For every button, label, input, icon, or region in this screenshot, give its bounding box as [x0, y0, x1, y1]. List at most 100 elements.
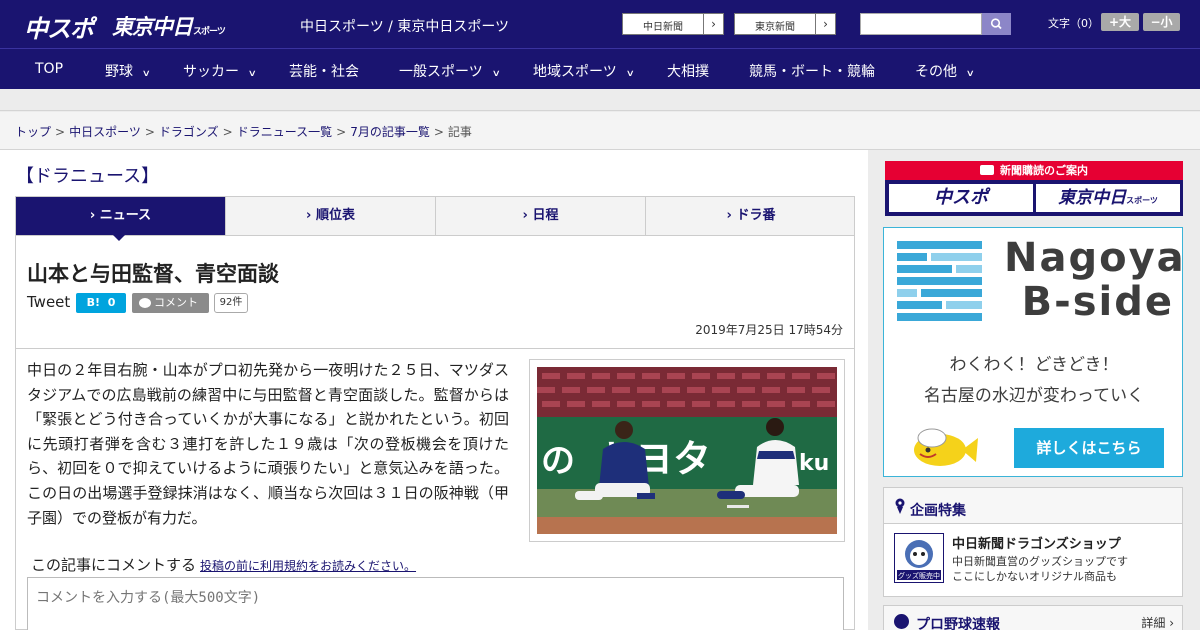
- baseball-live-details-link[interactable]: 詳細 ›: [1141, 614, 1174, 630]
- tab-bar: › ニュース › 順位表 › 日程 › ドラ番: [15, 196, 855, 236]
- ad-stripes-graphic: [897, 241, 982, 321]
- breadcrumb-separator: >: [55, 125, 66, 139]
- chunichi-sports-logo[interactable]: 中スポ: [24, 9, 94, 44]
- tokyo-chunichi-logo[interactable]: 東京中日スポーツ: [112, 11, 226, 41]
- shop-desc-line2: ここにしかないオリジナル商品も: [952, 570, 1117, 583]
- chevron-down-icon: ∨: [965, 69, 975, 79]
- article-body: 中日の２年目右腕・山本がプロ初先発から一夜明けた２５日、マツダスタジアムでの広島…: [27, 361, 509, 527]
- tab-label: ドラ番: [736, 208, 776, 223]
- comment-input[interactable]: [27, 577, 844, 630]
- header: 中スポ 東京中日スポーツ 中日スポーツ / 東京中日スポーツ 中日新聞 › 東京…: [0, 0, 1200, 48]
- tab-marker: ›: [726, 208, 732, 223]
- font-size-label: 文字（0）: [1048, 17, 1099, 30]
- main-nav: TOP 野球 ∨ サッカー ∨ 芸能・社会 一般スポーツ ∨ 地域スポーツ ∨ 大相撲 …: [0, 48, 1200, 89]
- breadcrumb-link-dragons[interactable]: ドラゴンズ: [159, 125, 219, 139]
- doala-mascot-icon: グッズ販売中: [897, 540, 941, 580]
- nav-item-other[interactable]: その他 ∨: [915, 61, 975, 81]
- breadcrumb-separator: >: [336, 125, 347, 139]
- nav-item-label: 芸能・社会: [289, 64, 359, 80]
- subscribe-tokyo-chunichi-button[interactable]: 東京中日スポーツ: [1036, 184, 1180, 212]
- ad-title: Nagoya B-side: [1004, 236, 1182, 325]
- photo-sign-left: の: [541, 441, 575, 481]
- tab-news[interactable]: › ニュース: [16, 197, 226, 235]
- article-photo[interactable]: の トヨタ ku: [529, 359, 845, 542]
- subscribe-tokyo-suffix: スポーツ: [1126, 196, 1158, 205]
- chevron-right-icon: ›: [815, 14, 835, 34]
- subscription-header: 新聞購読のご案内: [885, 161, 1183, 180]
- ext-link-label: 中日新聞: [643, 22, 683, 33]
- comment-prompt: この記事にコメントする 投稿の前に利用規約をお読みください。: [31, 554, 416, 575]
- chevron-right-icon: ›: [703, 14, 723, 34]
- hatena-count: 0: [107, 296, 116, 309]
- nav-item-label: 大相撲: [667, 64, 709, 80]
- photo-players-sitting: の トヨタ ku: [537, 367, 837, 534]
- nav-item-top[interactable]: TOP: [35, 61, 63, 77]
- breadcrumb: トップ > 中日スポーツ > ドラゴンズ > ドラニュース一覧 >7月の記事一覧 > 記事: [15, 123, 472, 140]
- search-input[interactable]: [860, 13, 982, 35]
- chunichi-shimbun-link[interactable]: 中日新聞 ›: [622, 13, 724, 35]
- nav-item-soccer[interactable]: サッカー ∨: [183, 61, 257, 81]
- ad-title-line2: B-side: [1021, 279, 1174, 325]
- feature-header: 企画特集: [884, 488, 1182, 524]
- tab-marker: ›: [522, 208, 528, 223]
- chevron-down-icon: ∨: [247, 69, 257, 79]
- main-content: 【ドラニュース】 › ニュース › 順位表 › 日程 › ドラ番 山本と与田監督…: [0, 150, 868, 630]
- nagoya-bside-ad[interactable]: Nagoya B-side わくわく！どきどき！ 名古屋の水辺が変わっていく 詳し…: [883, 227, 1183, 477]
- comment-prompt-label: この記事にコメントする: [31, 556, 197, 574]
- nav-item-sumo[interactable]: 大相撲: [667, 61, 709, 81]
- dragons-shop-link[interactable]: 中日新聞ドラゴンズショップ: [952, 533, 1121, 552]
- nav-item-label: 地域スポーツ: [533, 64, 617, 80]
- chevron-down-icon: ∨: [491, 69, 501, 79]
- feature-title: 企画特集: [910, 503, 966, 519]
- nav-item-general-sports[interactable]: 一般スポーツ ∨: [399, 61, 501, 81]
- subscription-title: 新聞購読のご案内: [1000, 164, 1088, 177]
- nav-item-label: 一般スポーツ: [399, 64, 483, 80]
- nav-item-baseball[interactable]: 野球 ∨: [105, 61, 151, 81]
- site-caption: 中日スポーツ / 東京中日スポーツ: [300, 19, 510, 35]
- section-title: 【ドラニュース】: [16, 166, 160, 187]
- search-button[interactable]: [982, 13, 1011, 35]
- hatena-icon: B!: [86, 296, 101, 309]
- nav-item-label: サッカー: [183, 64, 239, 80]
- comment-button[interactable]: コメント: [132, 293, 209, 313]
- feature-box: 企画特集 グッズ販売中 中日新聞ドラゴンズショップ 中日新聞直営のグッズショップ…: [883, 487, 1183, 597]
- nav-item-local-sports[interactable]: 地域スポーツ ∨: [533, 61, 635, 81]
- tab-reporter[interactable]: › ドラ番: [646, 197, 856, 235]
- breadcrumb-link-july-list[interactable]: 7月の記事一覧: [350, 125, 430, 139]
- ad-tagline-1: わくわく！どきどき！: [949, 355, 1119, 375]
- comment-count-badge[interactable]: 92件: [214, 293, 248, 313]
- tokyo-logo-text: 東京中日: [112, 15, 193, 39]
- divider: [16, 348, 854, 349]
- comment-button-label: コメント: [154, 296, 198, 309]
- sub-nav-strip: [0, 89, 1200, 111]
- tab-schedule[interactable]: › 日程: [436, 197, 646, 235]
- breadcrumb-bar: トップ > 中日スポーツ > ドラゴンズ > ドラニュース一覧 >7月の記事一覧 > 記事: [0, 112, 1200, 150]
- terms-link[interactable]: 投稿の前に利用規約をお読みください。: [200, 559, 416, 573]
- tokyo-shimbun-link[interactable]: 東京新聞 ›: [734, 13, 836, 35]
- photo-sign-right: ku: [799, 451, 829, 476]
- pin-icon: [895, 498, 905, 514]
- breadcrumb-link-chunichi-sports[interactable]: 中日スポーツ: [69, 125, 141, 139]
- ad-details-button[interactable]: 詳しくはこちら: [1014, 428, 1164, 468]
- nav-item-label: その他: [915, 64, 957, 80]
- nav-item-racing[interactable]: 競馬・ボート・競輪: [749, 61, 875, 81]
- breadcrumb-link-top[interactable]: トップ: [15, 125, 51, 139]
- nav-item-entertainment[interactable]: 芸能・社会: [289, 61, 359, 81]
- font-smaller-button[interactable]: −小: [1143, 13, 1180, 31]
- dragons-shop-thumbnail[interactable]: グッズ販売中: [894, 533, 944, 583]
- subscribe-tokyo-label: 東京中日: [1058, 188, 1127, 208]
- nav-item-label: 野球: [105, 64, 133, 80]
- ext-link-label: 東京新聞: [755, 22, 795, 33]
- fish-mascot-icon: [914, 428, 978, 466]
- search-icon: [990, 18, 1002, 30]
- subscribe-chunichi-sports-button[interactable]: 中スポ: [889, 184, 1033, 212]
- hatena-bookmark-button[interactable]: B! 0: [76, 293, 126, 313]
- breadcrumb-link-news-list[interactable]: ドラニュース一覧: [237, 125, 332, 139]
- nav-item-label: 競馬・ボート・競輪: [749, 64, 875, 80]
- article-headline: 山本と与田監督、青空面談: [27, 262, 279, 286]
- breadcrumb-separator: >: [433, 125, 444, 139]
- nav-item-label: TOP: [35, 61, 64, 77]
- font-bigger-button[interactable]: +大: [1101, 13, 1139, 31]
- tab-standings[interactable]: › 順位表: [226, 197, 436, 235]
- tweet-button[interactable]: Tweet: [27, 293, 70, 311]
